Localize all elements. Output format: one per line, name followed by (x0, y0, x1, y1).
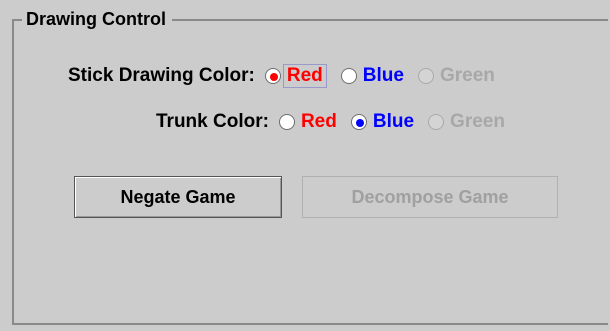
radio-disabled-icon (417, 68, 434, 84)
radio-unselected-icon (278, 114, 295, 130)
stick-color-green-label: Green (439, 65, 495, 86)
trunk-color-row: Trunk Color: Red Blue Green (156, 107, 505, 137)
stick-color-blue-radio[interactable]: Blue (340, 65, 404, 87)
trunk-color-label: Trunk Color: (156, 111, 269, 132)
radio-disabled-icon (428, 114, 445, 130)
trunk-color-red-label: Red (300, 111, 337, 132)
radio-selected-icon (350, 114, 367, 130)
stick-color-blue-label: Blue (362, 65, 404, 86)
trunk-color-blue-radio[interactable]: Blue (350, 111, 415, 133)
stick-color-row: Stick Drawing Color: Red Blue Green (68, 61, 495, 91)
trunk-color-green-radio: Green (428, 111, 505, 133)
trunk-color-blue-label: Blue (372, 111, 415, 132)
stick-color-green-radio: Green (417, 65, 495, 87)
trunk-color-green-label: Green (450, 111, 505, 132)
radio-selected-icon (264, 68, 281, 84)
stick-color-red-radio[interactable]: Red (264, 64, 327, 88)
stick-color-label: Stick Drawing Color: (68, 65, 255, 86)
stick-color-radio-group: Red Blue Green (255, 64, 495, 88)
decompose-game-button: Decompose Game (302, 176, 558, 218)
trunk-color-red-radio[interactable]: Red (278, 111, 337, 133)
panel-title: Drawing Control (22, 8, 172, 30)
negate-game-button[interactable]: Negate Game (74, 176, 282, 218)
trunk-color-radio-group: Red Blue Green (269, 111, 505, 133)
radio-unselected-icon (340, 68, 357, 84)
stick-color-red-label: Red (282, 64, 327, 88)
